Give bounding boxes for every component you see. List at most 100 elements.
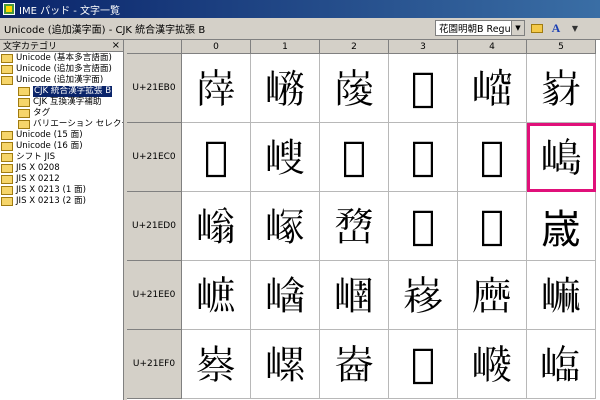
- tree-item[interactable]: CJK 互換漢字補助: [0, 97, 123, 108]
- folder-icon: [1, 142, 13, 151]
- character-cell[interactable]: 𡻴: [458, 330, 527, 399]
- ime-pad-app-icon: [3, 3, 15, 15]
- character-cell[interactable]: 𡻀: [182, 123, 251, 192]
- folder-icon: [18, 87, 30, 96]
- column-header: 4: [458, 40, 527, 54]
- folder-icon: [18, 120, 30, 129]
- tree-item[interactable]: Unicode (追加漢字面): [0, 75, 123, 86]
- character-cell[interactable]: 𡻵: [527, 330, 596, 399]
- character-cell[interactable]: 𡻕: [527, 192, 596, 261]
- tree-item[interactable]: バリエーション セレクター: [0, 119, 123, 130]
- tree-item-label: CJK 統合漢字拡張 B: [33, 86, 113, 97]
- column-header: 3: [389, 40, 458, 54]
- character-cell[interactable]: 𡻐: [182, 192, 251, 261]
- character-cell[interactable]: 𡻓: [389, 192, 458, 261]
- folder-icon: [1, 197, 13, 206]
- window-title: IME パッド - 文字一覧: [19, 5, 121, 17]
- folder-icon: [1, 175, 13, 184]
- a-size-icon: A: [551, 20, 561, 35]
- folder-icon: [1, 131, 13, 140]
- tree-item-label: JIS X 0213 (1 面): [16, 185, 86, 195]
- row-header: U+21ED0: [127, 192, 182, 261]
- character-cell[interactable]: 𡻢: [320, 261, 389, 330]
- tree-item[interactable]: シフト JIS: [0, 152, 123, 163]
- tree-item[interactable]: Unicode (追加多言語面): [0, 64, 123, 75]
- folder-icon: [18, 109, 30, 118]
- more-button[interactable]: ▼: [566, 20, 584, 36]
- row-header: U+21EE0: [127, 261, 182, 330]
- tree-item[interactable]: JIS X 0208: [0, 163, 123, 174]
- character-cell[interactable]: 𡻅: [527, 123, 596, 192]
- character-cell[interactable]: 𡻁: [251, 123, 320, 192]
- tree-item[interactable]: Unicode (15 面): [0, 130, 123, 141]
- character-cell[interactable]: 𡻒: [320, 192, 389, 261]
- arrow-icon: ▼: [571, 23, 579, 33]
- tree-item[interactable]: タグ: [0, 108, 123, 119]
- character-cell[interactable]: 𡺱: [251, 54, 320, 123]
- tree-item-label: Unicode (追加漢字面): [16, 75, 104, 85]
- character-cell[interactable]: 𡻲: [320, 330, 389, 399]
- character-cell[interactable]: 𡻡: [251, 261, 320, 330]
- title-bar: IME パッド - 文字一覧: [0, 0, 600, 18]
- tree-item[interactable]: JIS X 0213 (2 面): [0, 196, 123, 207]
- category-tree: Unicode (基本多言語面) Unicode (追加多言語面) Unicode …: [0, 52, 123, 207]
- folder-icon: [1, 76, 13, 85]
- character-cell[interactable]: 𡺳: [389, 54, 458, 123]
- chevron-down-icon[interactable]: ▼: [511, 21, 524, 35]
- path-bar: Unicode (追加漢字面) - CJK 統合漢字拡張 B 花園明朝B Reg…: [0, 18, 600, 40]
- character-cell[interactable]: 𡻑: [251, 192, 320, 261]
- column-header: 1: [251, 40, 320, 54]
- category-sidebar: 文字カテゴリ × Unicode (基本多言語面) Unicode (追加多言語面…: [0, 40, 124, 400]
- tree-item-label: バリエーション セレクター: [33, 119, 123, 129]
- folder-icon: [1, 54, 13, 63]
- folder-icon: [531, 23, 543, 33]
- character-cell[interactable]: 𡻃: [389, 123, 458, 192]
- character-cell[interactable]: 𡻂: [320, 123, 389, 192]
- sidebar-title: 文字カテゴリ: [3, 42, 58, 52]
- character-cell[interactable]: 𡺲: [320, 54, 389, 123]
- sidebar-header: 文字カテゴリ ×: [0, 40, 123, 52]
- tree-item[interactable]: Unicode (基本多言語面): [0, 53, 123, 64]
- character-cell[interactable]: 𡻥: [527, 261, 596, 330]
- tree-item-label: CJK 互換漢字補助: [33, 97, 102, 107]
- character-cell[interactable]: 𡻠: [182, 261, 251, 330]
- tree-item[interactable]: Unicode (16 面): [0, 141, 123, 152]
- folder-icon: [1, 65, 13, 74]
- tree-item[interactable]: CJK 統合漢字拡張 B: [0, 86, 123, 97]
- font-select-value: 花園明朝B Regular: [439, 24, 511, 35]
- font-size-button[interactable]: A: [547, 20, 565, 36]
- tree-item-label: Unicode (16 面): [16, 141, 83, 151]
- tree-item-label: タグ: [33, 108, 51, 118]
- character-cell[interactable]: 𡺴: [458, 54, 527, 123]
- column-header: 5: [527, 40, 596, 54]
- tree-item[interactable]: JIS X 0213 (1 面): [0, 185, 123, 196]
- character-cell[interactable]: 𡺵: [527, 54, 596, 123]
- folder-icon: [1, 153, 13, 162]
- tree-item-label: Unicode (基本多言語面): [16, 53, 112, 63]
- character-cell[interactable]: 𡺰: [182, 54, 251, 123]
- close-icon[interactable]: ×: [112, 40, 120, 51]
- tree-item[interactable]: JIS X 0212: [0, 174, 123, 185]
- folder-icon: [1, 186, 13, 195]
- folder-icon: [18, 98, 30, 107]
- character-cell[interactable]: 𡻱: [251, 330, 320, 399]
- character-cell[interactable]: 𡻄: [458, 123, 527, 192]
- tree-item-label: JIS X 0208: [16, 163, 60, 173]
- tree-item-label: シフト JIS: [16, 152, 56, 162]
- character-cell[interactable]: 𡻔: [458, 192, 527, 261]
- column-header: 2: [320, 40, 389, 54]
- tree-item-label: Unicode (追加多言語面): [16, 64, 112, 74]
- character-cell[interactable]: 𡻤: [458, 261, 527, 330]
- open-folder-button[interactable]: [528, 20, 546, 36]
- character-cell[interactable]: 𡻣: [389, 261, 458, 330]
- character-cell[interactable]: 𡻳: [389, 330, 458, 399]
- grid-corner: [127, 40, 182, 54]
- character-cell[interactable]: 𡻰: [182, 330, 251, 399]
- tree-item-label: JIS X 0212: [16, 174, 60, 184]
- column-header: 0: [182, 40, 251, 54]
- tree-item-label: JIS X 0213 (2 面): [16, 196, 86, 206]
- tree-item-label: Unicode (15 面): [16, 130, 83, 140]
- font-select[interactable]: 花園明朝B Regular ▼: [435, 20, 525, 36]
- row-header: U+21EC0: [127, 123, 182, 192]
- row-header: U+21EF0: [127, 330, 182, 399]
